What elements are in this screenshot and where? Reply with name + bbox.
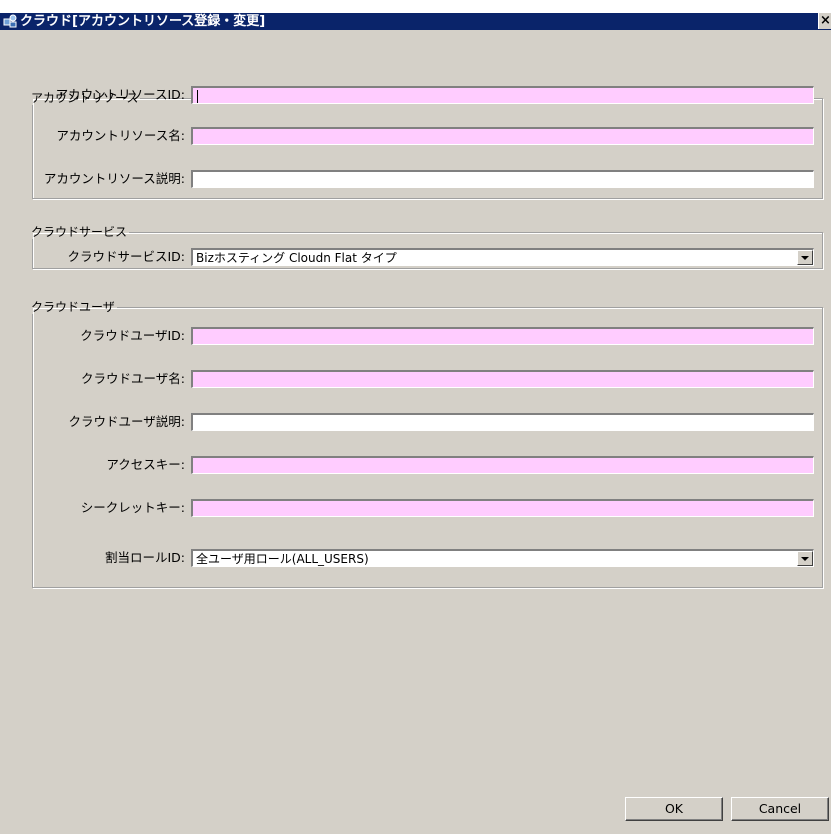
chevron-down-icon[interactable] — [797, 250, 813, 265]
window-title: クラウド[アカウントリソース登録・変更] — [20, 14, 266, 29]
account-name-label: アカウントリソース名: — [56, 128, 185, 143]
cloud-service-id-select[interactable]: Bizホスティング Cloudn Flat タイプ — [191, 248, 814, 266]
cloud-user-description-label: クラウドユーザ説明: — [68, 414, 185, 429]
title-bar-strip[interactable]: クラウド[アカウントリソース登録・変更] × — [0, 13, 831, 30]
close-button[interactable]: × — [818, 13, 831, 29]
cloud-user-name-input[interactable] — [191, 370, 814, 388]
access-key-input[interactable] — [191, 456, 814, 474]
title-bar: クラウド[アカウントリソース登録・変更] × — [0, 0, 831, 30]
account-description-label: アカウントリソース説明: — [43, 171, 185, 186]
secret-key-input[interactable] — [191, 499, 814, 517]
cloud-service-id-label: クラウドサービスID: — [67, 249, 185, 264]
cloud-user-name-label: クラウドユーザ名: — [81, 371, 185, 386]
cloud-user-id-label: クラウドユーザID: — [80, 328, 185, 343]
account-description-input[interactable] — [191, 170, 814, 188]
cancel-button[interactable]: Cancel — [731, 797, 829, 821]
account-name-input[interactable] — [191, 127, 814, 145]
account-id-label: アカウントリソースID: — [55, 87, 185, 102]
account-id-input[interactable] — [191, 86, 814, 104]
cloud-user-legend: クラウドユーザ — [31, 300, 115, 314]
access-key-label: アクセスキー: — [106, 457, 185, 472]
cloud-user-id-input[interactable] — [191, 327, 814, 345]
role-id-select[interactable]: 全ユーザ用ロール(ALL_USERS) — [191, 549, 814, 567]
app-icon — [3, 14, 17, 28]
cloud-service-legend: クラウドサービス — [31, 225, 128, 239]
ok-button[interactable]: OK — [625, 797, 723, 821]
role-id-label: 割当ロールID: — [104, 550, 185, 565]
secret-key-label: シークレットキー: — [80, 500, 185, 515]
text-caret — [197, 90, 198, 103]
chevron-down-icon[interactable] — [797, 551, 813, 566]
cloud-user-description-input[interactable] — [191, 413, 814, 431]
